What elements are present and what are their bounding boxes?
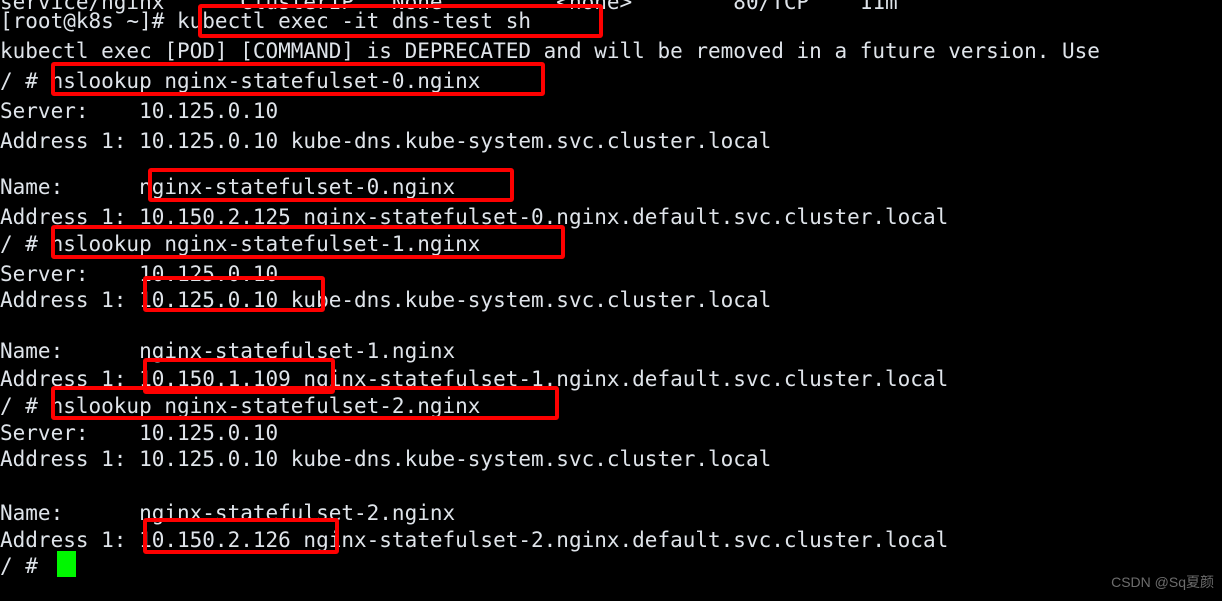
terminal-line: / # nslookup nginx-statefulset-1.nginx (0, 232, 481, 256)
terminal-line: / # nslookup nginx-statefulset-2.nginx (0, 394, 481, 418)
terminal-line: Server: 10.125.0.10 (0, 99, 279, 123)
terminal-window[interactable]: service/nginx ClusterIP None <none> 80/T… (0, 0, 1222, 601)
terminal-line: Address 1: 10.125.0.10 kube-dns.kube-sys… (0, 447, 772, 471)
terminal-line: Address 1: 10.150.1.109 nginx-statefulse… (0, 367, 949, 391)
watermark: CSDN @Sq夏颜 (1111, 574, 1214, 590)
terminal-cursor (57, 551, 76, 577)
terminal-line: [root@k8s ~]# kubectl exec -it dns-test … (0, 9, 532, 33)
terminal-line: Name: nginx-statefulset-1.nginx (0, 339, 456, 363)
terminal-line: / # nslookup nginx-statefulset-0.nginx (0, 69, 481, 93)
terminal-line: Address 1: 10.125.0.10 kube-dns.kube-sys… (0, 129, 772, 153)
terminal-line: Address 1: 10.150.2.126 nginx-statefulse… (0, 528, 949, 552)
terminal-line: / # (0, 554, 38, 578)
terminal-line: Address 1: 10.150.2.125 nginx-statefulse… (0, 205, 949, 229)
terminal-line: Name: nginx-statefulset-0.nginx (0, 175, 456, 199)
terminal-line: kubectl exec [POD] [COMMAND] is DEPRECAT… (0, 39, 1100, 63)
terminal-line: Name: nginx-statefulset-2.nginx (0, 501, 456, 525)
terminal-line: Address 1: 10.125.0.10 kube-dns.kube-sys… (0, 288, 772, 312)
